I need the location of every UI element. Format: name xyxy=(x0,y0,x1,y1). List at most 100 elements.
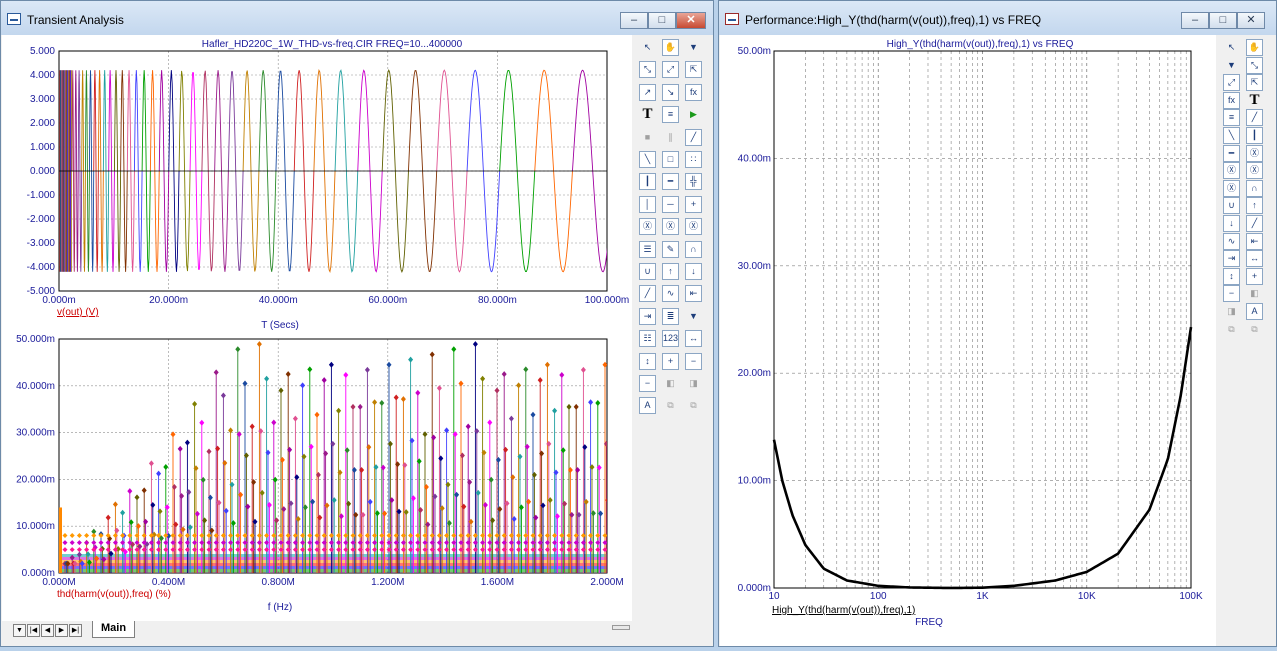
zoom-out-icon[interactable]: − xyxy=(685,352,702,370)
magnify-3-icon[interactable]: Ⓧ xyxy=(1246,162,1263,180)
pan-left-icon[interactable]: ◧ xyxy=(662,375,679,392)
bottom-trace-label[interactable]: thd(harm(v(out)),freq) (%) xyxy=(57,589,171,600)
low-icon[interactable]: ↓ xyxy=(1223,215,1240,232)
left-minimize-button[interactable]: – xyxy=(620,12,648,29)
zoom-out-icon[interactable]: − xyxy=(1223,285,1240,303)
cursor-icon[interactable]: ↗ xyxy=(639,83,656,101)
horizontal-scrollbar[interactable] xyxy=(612,625,630,630)
pan-right-icon[interactable]: ◨ xyxy=(685,375,702,392)
magnify-2-icon[interactable]: Ⓧ xyxy=(1223,162,1240,180)
high-icon[interactable]: ↑ xyxy=(1246,197,1263,215)
tab-last-button[interactable]: ▶| xyxy=(69,624,82,637)
left-title-bar[interactable]: Transient Analysis – □ ✕ xyxy=(1,1,713,35)
next-left-icon[interactable]: ⇤ xyxy=(1246,232,1263,250)
fit-x-icon[interactable]: ↔ xyxy=(1246,250,1263,268)
font-icon[interactable]: A xyxy=(1246,303,1263,320)
dropdown-arrow-icon[interactable]: ▼ xyxy=(685,308,702,325)
paste-icon[interactable]: ⧉ xyxy=(1246,321,1263,338)
right-title-bar[interactable]: Performance:High_Y(thd(harm(v(out)),freq… xyxy=(719,1,1276,35)
dropdown-arrow-icon[interactable]: ▼ xyxy=(1223,57,1240,74)
fit-x-icon[interactable]: ↔ xyxy=(685,330,702,348)
horizontal-line-icon[interactable]: ─ xyxy=(662,195,679,213)
crosshair-icon[interactable]: + xyxy=(685,195,702,213)
edit-icon[interactable]: ✎ xyxy=(662,240,679,258)
stack-icon[interactable]: ☰ xyxy=(639,240,656,258)
line-draw-icon[interactable]: ╱ xyxy=(685,128,702,146)
cursor-alt-icon[interactable]: ↘ xyxy=(662,83,679,101)
frame-icon[interactable]: □ xyxy=(662,151,679,168)
magnify-4-icon[interactable]: Ⓧ xyxy=(1223,179,1240,197)
horizontal-grid-icon[interactable]: ━ xyxy=(662,173,679,191)
high-icon[interactable]: ↑ xyxy=(662,263,679,280)
valley-icon[interactable]: ∪ xyxy=(639,263,656,280)
left-close-button[interactable]: ✕ xyxy=(676,12,706,29)
line-draw-alt-icon[interactable]: ╲ xyxy=(639,151,656,168)
data-table-icon[interactable]: ☷ xyxy=(639,330,656,348)
paste-icon[interactable]: ⧉ xyxy=(685,397,702,414)
dropdown-arrow-icon[interactable]: ▼ xyxy=(685,39,702,56)
tab-next-button[interactable]: ▶ xyxy=(55,624,68,637)
vertical-minor-icon[interactable]: │ xyxy=(639,195,656,213)
fx-function-icon[interactable]: fx xyxy=(685,83,702,101)
trace-menu-icon[interactable]: ≣ xyxy=(662,307,679,325)
peak-icon[interactable]: ∩ xyxy=(1246,179,1263,197)
right-close-button[interactable]: ✕ xyxy=(1237,12,1265,29)
magnify-1-icon[interactable]: Ⓧ xyxy=(1246,144,1263,162)
hand-tool-icon[interactable]: ✋ xyxy=(1246,39,1263,56)
right-maximize-button[interactable]: □ xyxy=(1209,12,1237,29)
properties-icon[interactable]: ≡ xyxy=(1223,109,1240,127)
pan-right-icon[interactable]: ◨ xyxy=(1223,303,1240,320)
zoom-in-icon[interactable]: + xyxy=(1246,267,1263,285)
next-right-icon[interactable]: ⇥ xyxy=(639,307,656,325)
perf-trace-label[interactable]: High_Y(thd(harm(v(out)),freq),1) xyxy=(772,605,915,616)
vertical-grid-icon[interactable]: ┃ xyxy=(639,173,656,191)
grid-dots-icon[interactable]: ∷ xyxy=(685,151,702,168)
select-arrow-icon[interactable]: ↖ xyxy=(1223,39,1240,56)
scale-icon[interactable]: ⤡ xyxy=(1246,56,1263,74)
rescale-icon[interactable]: ⤢ xyxy=(662,61,679,79)
zoom-in-icon[interactable]: + xyxy=(662,352,679,370)
slope-icon[interactable]: ╱ xyxy=(639,285,656,303)
rescale-icon[interactable]: ⤢ xyxy=(1223,74,1240,92)
vertical-grid-icon[interactable]: ┃ xyxy=(1246,127,1263,144)
line-draw-icon[interactable]: ╱ xyxy=(1246,109,1263,127)
copy-icon[interactable]: ⧉ xyxy=(662,397,679,414)
select-arrow-icon[interactable]: ↖ xyxy=(639,39,656,56)
number-table-icon[interactable]: 123 xyxy=(662,330,679,348)
run-icon[interactable]: ▶ xyxy=(685,106,702,123)
horizontal-grid-icon[interactable]: ━ xyxy=(1223,144,1240,162)
right-plot-area[interactable]: High_Y(thd(harm(v(out)),freq),1) vs FREQ… xyxy=(720,35,1216,646)
properties-icon[interactable]: ≡ xyxy=(662,106,679,124)
hand-tool-icon[interactable]: ✋ xyxy=(662,39,679,56)
peak-icon[interactable]: ∩ xyxy=(685,240,702,258)
fit-y-icon[interactable]: ↕ xyxy=(1223,267,1240,285)
copy-icon[interactable]: ⧉ xyxy=(1223,321,1240,338)
scale-icon[interactable]: ⤡ xyxy=(639,61,656,79)
zoom-fit-icon[interactable]: ⇱ xyxy=(685,61,702,79)
right-minimize-button[interactable]: – xyxy=(1181,12,1209,29)
fit-y-icon[interactable]: ↕ xyxy=(639,352,656,370)
inflection-icon[interactable]: ∿ xyxy=(662,285,679,303)
left-plot-area[interactable]: Hafler_HD220C_1W_THD-vs-freq.CIR FREQ=10… xyxy=(2,35,632,621)
inflection-icon[interactable]: ∿ xyxy=(1223,232,1240,250)
zoom-fit-icon[interactable]: ⇱ xyxy=(1246,74,1263,92)
tab-main[interactable]: Main xyxy=(92,621,136,638)
valley-icon[interactable]: ∪ xyxy=(1223,197,1240,215)
text-tool-icon[interactable]: T xyxy=(639,106,656,123)
magnify-2-icon[interactable]: Ⓧ xyxy=(662,218,679,236)
magnify-1-icon[interactable]: Ⓧ xyxy=(639,218,656,236)
both-grid-icon[interactable]: ╬ xyxy=(685,173,702,191)
font-icon[interactable]: A xyxy=(639,397,656,415)
next-left-icon[interactable]: ⇤ xyxy=(685,285,702,303)
tab-first-button[interactable]: |◀ xyxy=(27,624,40,637)
zoom-out-alt-icon[interactable]: − xyxy=(639,375,656,392)
slope-icon[interactable]: ╱ xyxy=(1246,215,1263,232)
text-tool-icon[interactable]: T xyxy=(1246,92,1263,109)
next-right-icon[interactable]: ⇥ xyxy=(1223,250,1240,268)
stop-icon[interactable]: ■ xyxy=(639,129,656,146)
tab-prev-button[interactable]: ◀ xyxy=(41,624,54,637)
left-maximize-button[interactable]: □ xyxy=(648,12,676,29)
pan-left-icon[interactable]: ◧ xyxy=(1246,285,1263,302)
line-draw-alt-icon[interactable]: ╲ xyxy=(1223,127,1240,144)
pause-icon[interactable]: ∥ xyxy=(662,129,679,146)
